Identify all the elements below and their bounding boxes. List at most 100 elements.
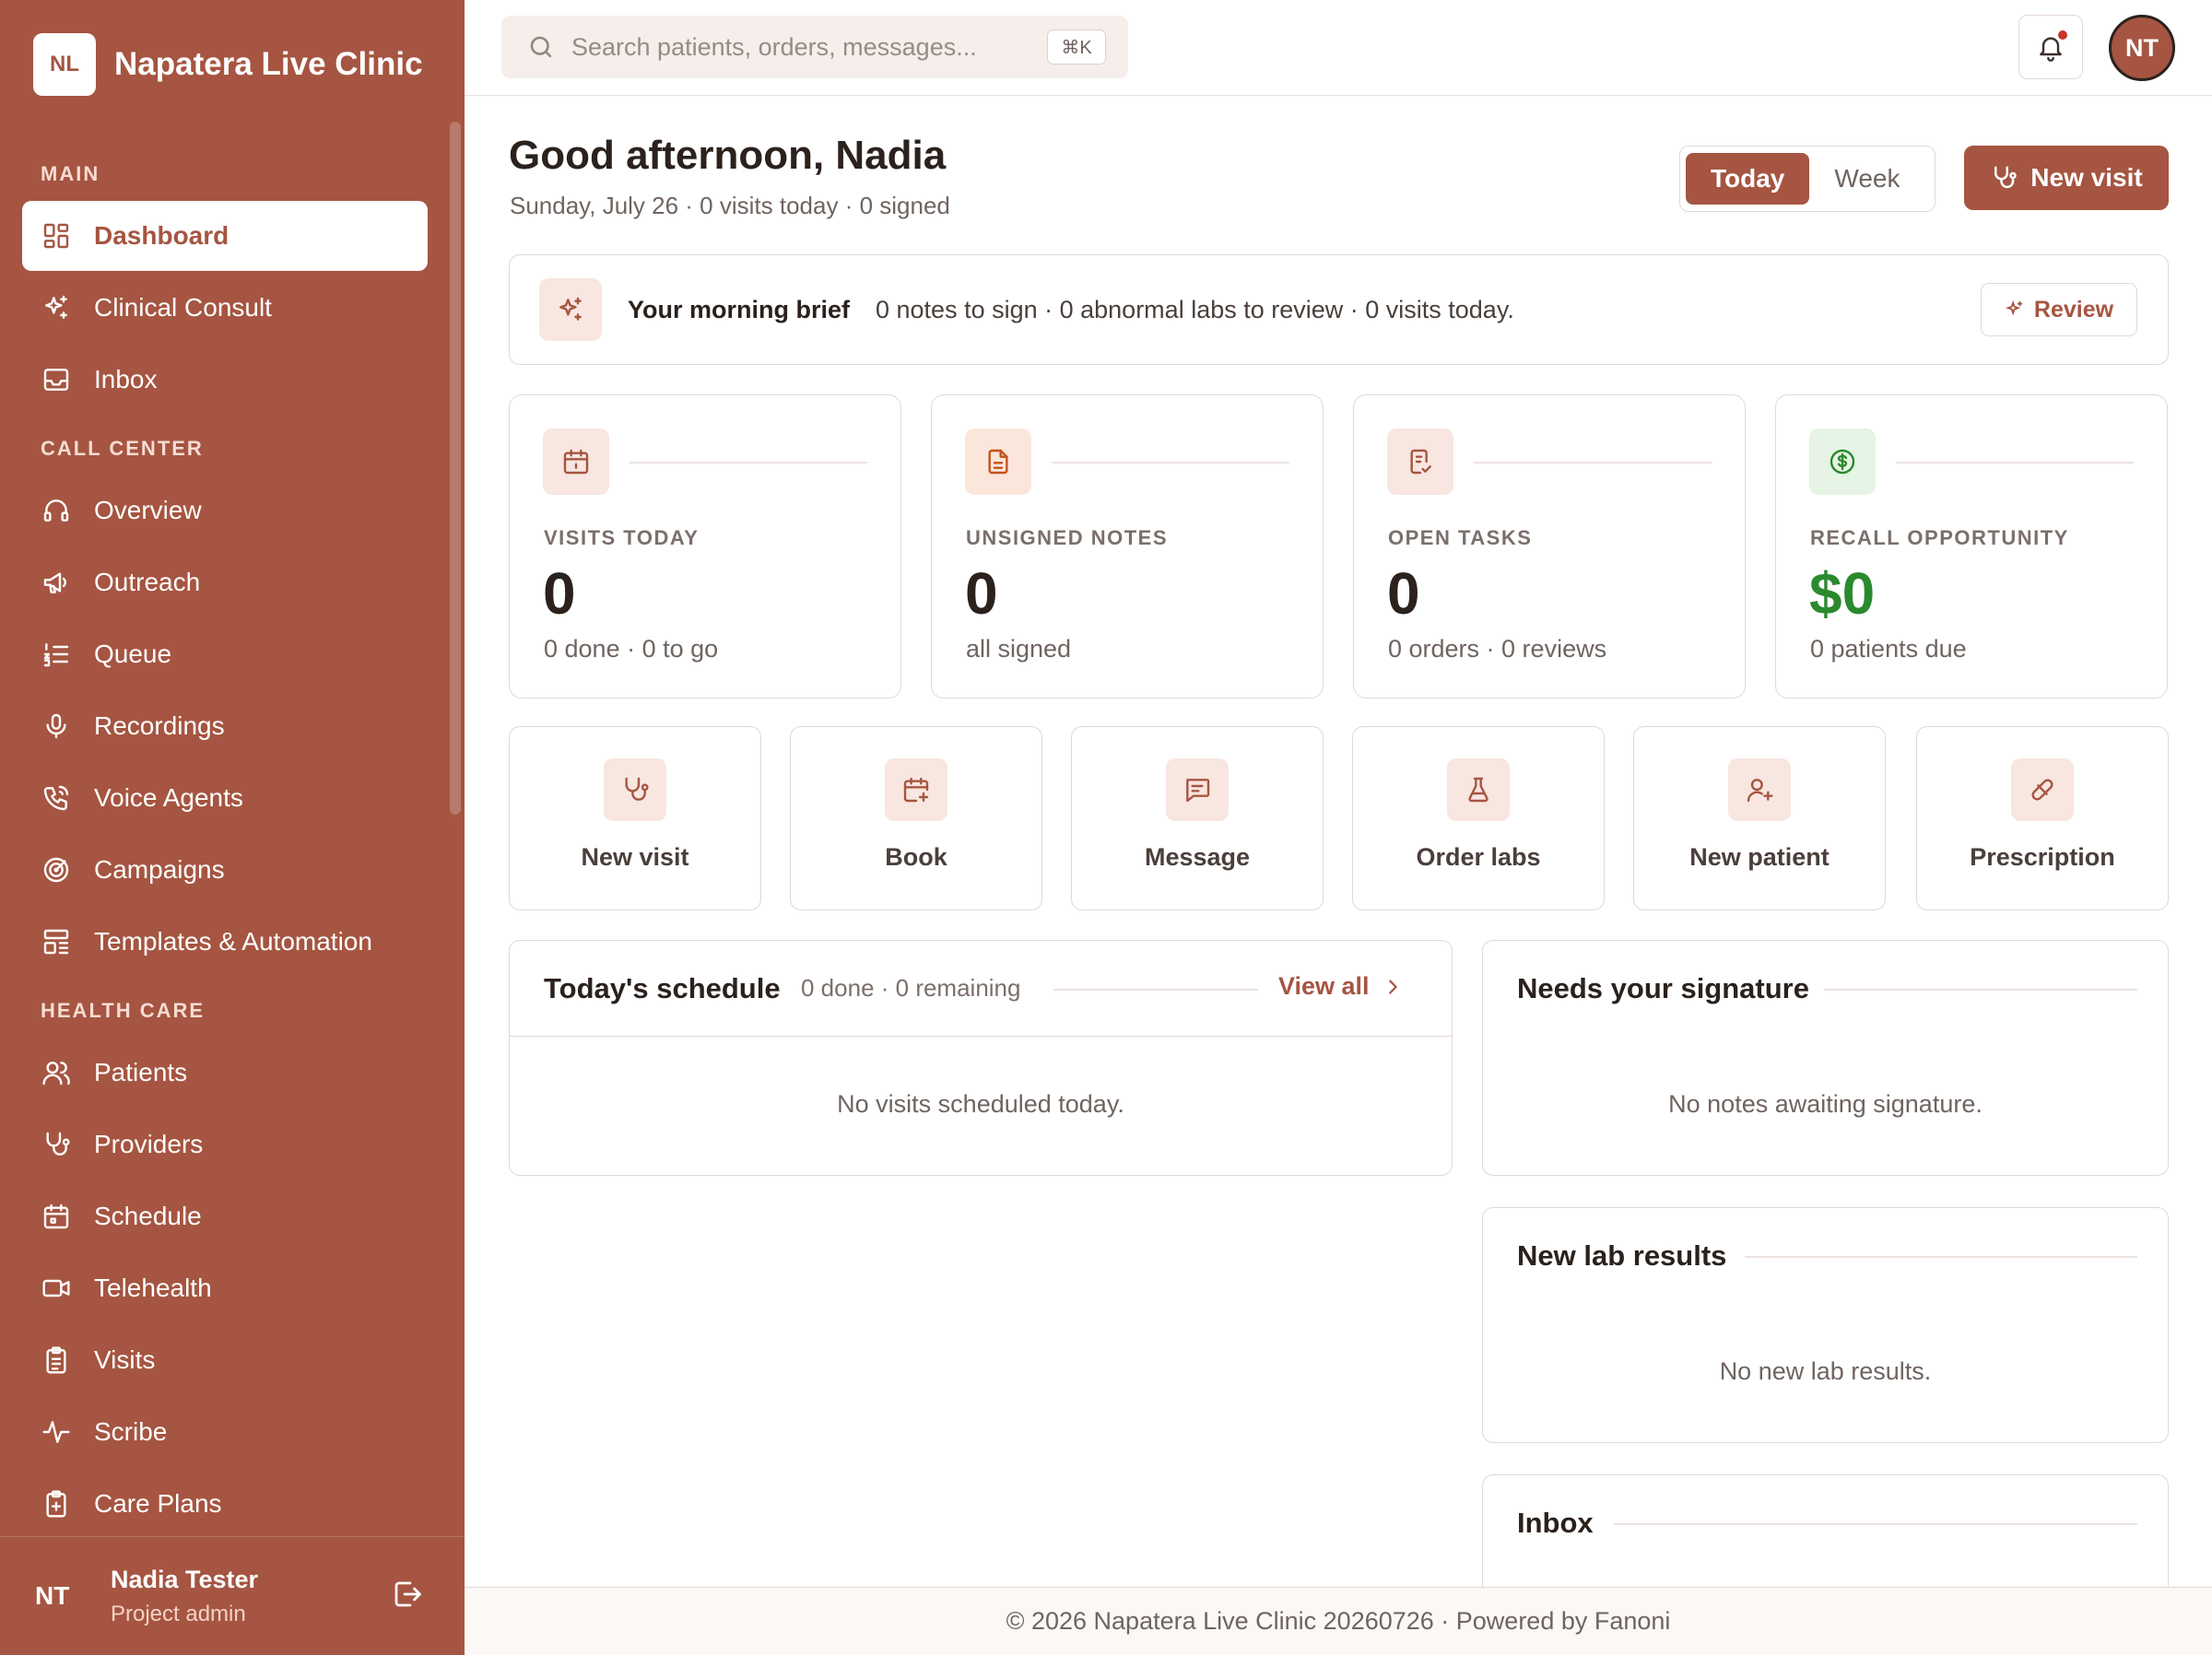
sidebar-item-outreach[interactable]: Outreach xyxy=(22,547,428,617)
user-role: Project admin xyxy=(111,1601,246,1626)
pill-icon xyxy=(2011,758,2074,821)
stethoscope-icon xyxy=(41,1129,72,1160)
sidebar-user: NT Nadia Tester Project admin xyxy=(0,1536,465,1655)
clipboard-list-icon xyxy=(41,1344,72,1376)
quick-action-new-visit[interactable]: New visit xyxy=(509,726,761,910)
kpi-card-visits-today[interactable]: VISITS TODAY 0 0 done · 0 to go xyxy=(509,394,901,698)
range-week-button[interactable]: Week xyxy=(1809,153,1924,205)
quick-action-message[interactable]: Message xyxy=(1071,726,1324,910)
todays-schedule-panel: Today's schedule 0 done · 0 remaining Vi… xyxy=(509,940,1453,1176)
message-icon xyxy=(1166,758,1229,821)
sidebar-item-scribe[interactable]: Scribe xyxy=(22,1397,428,1467)
kpi-subtext: 0 done · 0 to go xyxy=(544,635,719,663)
microphone-icon xyxy=(41,710,72,742)
inbox-icon xyxy=(41,364,72,395)
kpi-value: 0 xyxy=(1387,560,1420,627)
lab-results-panel: New lab results No new lab results. xyxy=(1482,1207,2169,1443)
sidebar-item-clinical-consult[interactable]: Clinical Consult xyxy=(22,273,428,343)
avatar[interactable]: NT xyxy=(2109,15,2175,81)
quick-action-label: Book xyxy=(885,843,947,871)
notifications-button[interactable] xyxy=(2018,15,2083,79)
kpi-card-open-tasks[interactable]: OPEN TASKS 0 0 orders · 0 reviews xyxy=(1353,394,1746,698)
sidebar-item-voice-agents[interactable]: Voice Agents xyxy=(22,763,428,833)
brand[interactable]: NL Napatera Live Clinic xyxy=(33,33,437,96)
sparkles-icon xyxy=(539,278,602,341)
kpi-value: 0 xyxy=(965,560,998,627)
video-icon xyxy=(41,1273,72,1304)
kpi-label: OPEN TASKS xyxy=(1388,526,1533,549)
view-all-label: View all xyxy=(1278,972,1370,1000)
page-footer: © 2026 Napatera Live Clinic 20260726 · P… xyxy=(465,1587,2212,1655)
inbox-title: Inbox xyxy=(1517,1507,1594,1539)
headset-icon xyxy=(41,495,72,526)
stethoscope-icon xyxy=(1994,166,2018,189)
sidebar-nav: MAIN Dashboard Clinical Consult Inbox CA… xyxy=(22,147,428,1541)
sidebar-item-label: Dashboard xyxy=(94,221,229,250)
sidebar-item-label: Care Plans xyxy=(94,1489,222,1518)
notification-dot xyxy=(2058,30,2067,40)
task-check-icon xyxy=(1387,428,1453,495)
quick-action-prescription[interactable]: Prescription xyxy=(1916,726,2169,910)
quick-action-new-patient[interactable]: New patient xyxy=(1633,726,1886,910)
dashboard-icon xyxy=(41,220,72,252)
nav-section-main: MAIN xyxy=(41,162,100,185)
kpi-subtext: all signed xyxy=(966,635,1072,663)
calendar-icon xyxy=(41,1201,72,1232)
sidebar-item-label: Visits xyxy=(94,1345,156,1374)
quick-actions: New visit Book Message Order labs New pa… xyxy=(509,726,2169,910)
user-plus-icon xyxy=(1728,758,1791,821)
review-button[interactable]: Review xyxy=(1981,283,2137,336)
sidebar-item-dashboard[interactable]: Dashboard xyxy=(22,201,428,271)
kpi-label: VISITS TODAY xyxy=(544,526,700,549)
sidebar-item-recordings[interactable]: Recordings xyxy=(22,691,428,761)
sidebar-item-label: Clinical Consult xyxy=(94,293,272,322)
sidebar-item-campaigns[interactable]: Campaigns xyxy=(22,835,428,905)
sidebar-item-queue[interactable]: Queue xyxy=(22,619,428,689)
kpi-card-recall-opportunity[interactable]: RECALL OPPORTUNITY $0 0 patients due xyxy=(1775,394,2168,698)
page-subtitle: Sunday, July 26 · 0 visits today · 0 sig… xyxy=(510,192,950,219)
sidebar-item-visits[interactable]: Visits xyxy=(22,1325,428,1395)
sidebar-item-label: Queue xyxy=(94,640,172,668)
sidebar-item-label: Recordings xyxy=(94,711,225,740)
search-shortcut: ⌘K xyxy=(1047,29,1106,65)
sidebar-item-templates-automation[interactable]: Templates & Automation xyxy=(22,907,428,977)
phone-call-icon xyxy=(41,782,72,814)
sidebar-item-providers[interactable]: Providers xyxy=(22,1109,428,1180)
sidebar-item-label: Campaigns xyxy=(94,855,225,884)
sidebar-item-overview[interactable]: Overview xyxy=(22,475,428,546)
sidebar-item-care-plans[interactable]: Care Plans xyxy=(22,1469,428,1539)
sidebar-item-telehealth[interactable]: Telehealth xyxy=(22,1253,428,1323)
range-today-button[interactable]: Today xyxy=(1686,153,1810,205)
view-all-link[interactable]: View all xyxy=(1278,972,1403,1001)
sidebar-item-schedule[interactable]: Schedule xyxy=(22,1181,428,1251)
labs-title: New lab results xyxy=(1517,1239,1727,1272)
sparkles-icon xyxy=(2005,299,2023,316)
megaphone-icon xyxy=(41,567,72,598)
sidebar-item-patients[interactable]: Patients xyxy=(22,1038,428,1108)
calendar-plus-icon xyxy=(885,758,947,821)
new-visit-label: New visit xyxy=(2030,163,2143,192)
kpi-value: $0 xyxy=(1809,560,1876,627)
schedule-empty-state: No visits scheduled today. xyxy=(837,1090,1124,1118)
sidebar-item-label: Patients xyxy=(94,1058,188,1086)
sidebar-scrollbar[interactable] xyxy=(450,122,461,815)
new-visit-button[interactable]: New visit xyxy=(1964,146,2169,210)
users-icon xyxy=(41,1057,72,1088)
quick-action-order-labs[interactable]: Order labs xyxy=(1352,726,1605,910)
quick-action-label: New patient xyxy=(1689,843,1830,871)
kpi-label: RECALL OPPORTUNITY xyxy=(1810,526,2069,549)
quick-action-label: New visit xyxy=(581,843,689,871)
kpi-card-unsigned-notes[interactable]: UNSIGNED NOTES 0 all signed xyxy=(931,394,1324,698)
search-bar[interactable]: ⌘K xyxy=(501,16,1128,78)
kpi-cards: VISITS TODAY 0 0 done · 0 to go UNSIGNED… xyxy=(509,394,2169,698)
sidebar-item-label: Schedule xyxy=(94,1202,202,1230)
search-input[interactable] xyxy=(571,32,1032,62)
schedule-title: Today's schedule xyxy=(544,972,781,1004)
logout-icon[interactable] xyxy=(391,1578,426,1613)
brief-title: Your morning brief xyxy=(628,295,850,323)
chevron-right-icon xyxy=(1388,979,1397,994)
sidebar-item-inbox[interactable]: Inbox xyxy=(22,345,428,415)
kpi-subtext: 0 patients due xyxy=(1810,635,1967,663)
quick-action-book[interactable]: Book xyxy=(790,726,1042,910)
brand-logo: NL xyxy=(33,33,96,96)
